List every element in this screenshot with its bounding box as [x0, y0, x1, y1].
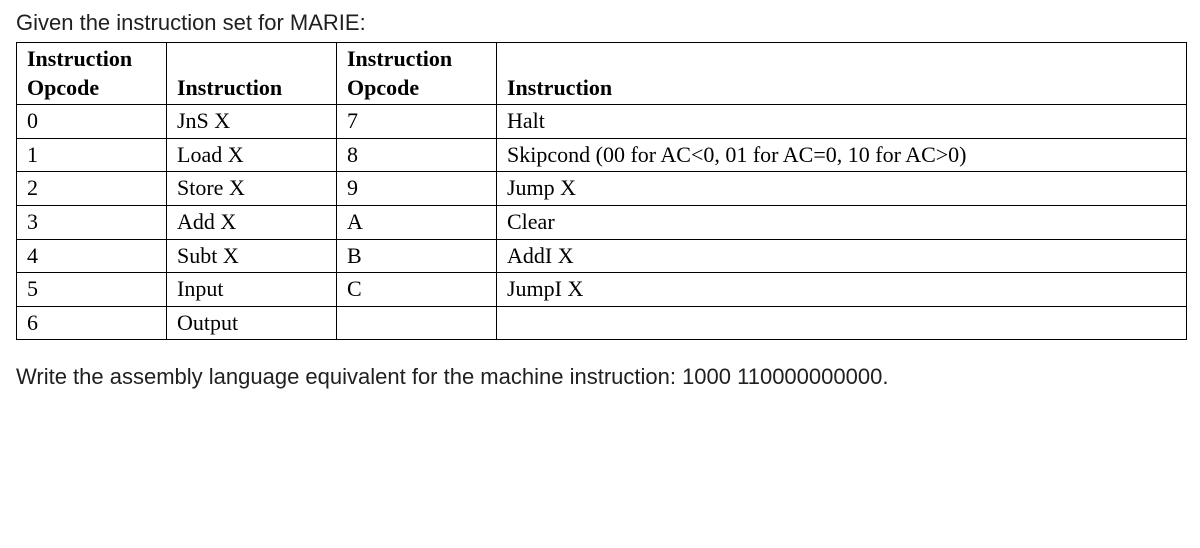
table-header-row: Instruction Opcode Instruction Instructi… — [17, 43, 1187, 105]
instruction-set-table: Instruction Opcode Instruction Instructi… — [16, 42, 1187, 340]
cell-ins2 — [497, 306, 1187, 340]
cell-op1: 0 — [17, 105, 167, 139]
header-opcode-2: Instruction Opcode — [337, 43, 497, 105]
header-opcode2-line1: Instruction — [347, 46, 452, 71]
cell-op2: A — [337, 205, 497, 239]
table-row: 2 Store X 9 Jump X — [17, 172, 1187, 206]
cell-ins2: Skipcond (00 for AC<0, 01 for AC=0, 10 f… — [497, 138, 1187, 172]
cell-op1: 4 — [17, 239, 167, 273]
cell-ins1: Input — [167, 273, 337, 307]
table-row: 4 Subt X B AddI X — [17, 239, 1187, 273]
cell-ins2: AddI X — [497, 239, 1187, 273]
header-opcode-line2: Opcode — [27, 75, 99, 100]
header-instruction-1: Instruction — [167, 43, 337, 105]
header-instruction-2: Instruction — [497, 43, 1187, 105]
cell-op2: C — [337, 273, 497, 307]
cell-op1: 6 — [17, 306, 167, 340]
intro-text: Given the instruction set for MARIE: — [16, 10, 1184, 36]
table-row: 1 Load X 8 Skipcond (00 for AC<0, 01 for… — [17, 138, 1187, 172]
cell-op2 — [337, 306, 497, 340]
cell-ins1: Add X — [167, 205, 337, 239]
cell-op2: B — [337, 239, 497, 273]
header-opcode2-line2: Opcode — [347, 75, 419, 100]
table-row: 5 Input C JumpI X — [17, 273, 1187, 307]
cell-op1: 1 — [17, 138, 167, 172]
table-row: 6 Output — [17, 306, 1187, 340]
cell-ins2: Jump X — [497, 172, 1187, 206]
cell-op1: 2 — [17, 172, 167, 206]
cell-op1: 5 — [17, 273, 167, 307]
cell-op2: 9 — [337, 172, 497, 206]
cell-ins1: Store X — [167, 172, 337, 206]
table-row: 0 JnS X 7 Halt — [17, 105, 1187, 139]
table-row: 3 Add X A Clear — [17, 205, 1187, 239]
cell-ins1: Subt X — [167, 239, 337, 273]
cell-ins1: JnS X — [167, 105, 337, 139]
question-text: Write the assembly language equivalent f… — [16, 362, 916, 392]
cell-ins1: Output — [167, 306, 337, 340]
cell-op2: 7 — [337, 105, 497, 139]
cell-op2: 8 — [337, 138, 497, 172]
cell-ins1: Load X — [167, 138, 337, 172]
header-opcode-1: Instruction Opcode — [17, 43, 167, 105]
cell-ins2: Clear — [497, 205, 1187, 239]
cell-op1: 3 — [17, 205, 167, 239]
cell-ins2: Halt — [497, 105, 1187, 139]
cell-ins2: JumpI X — [497, 273, 1187, 307]
header-opcode-line1: Instruction — [27, 46, 132, 71]
